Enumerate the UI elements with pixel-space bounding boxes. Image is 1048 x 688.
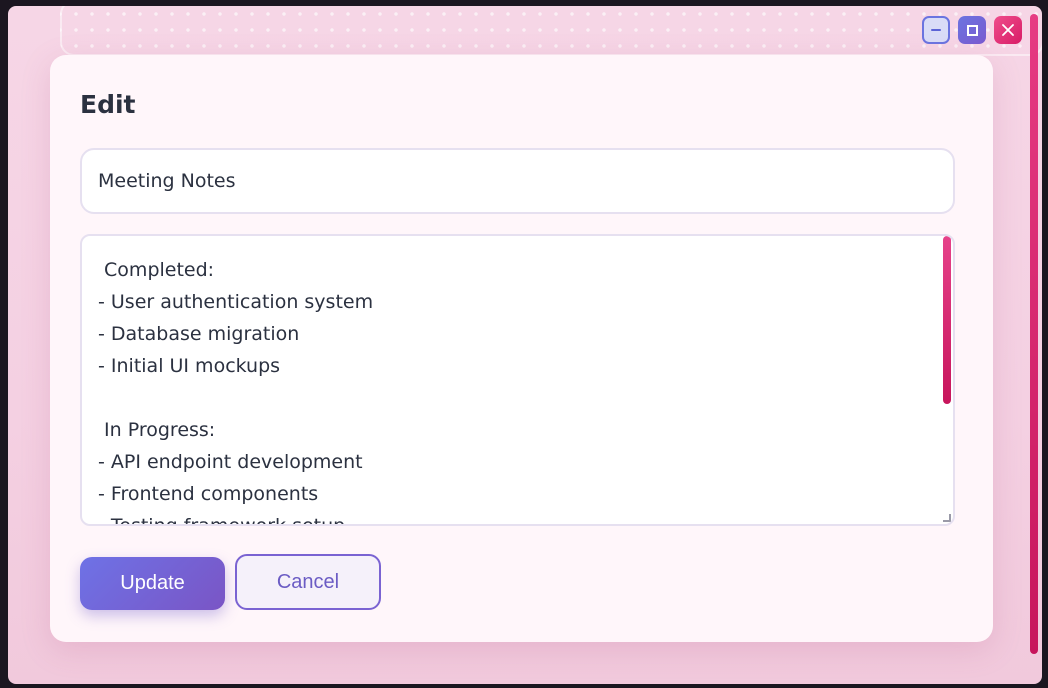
decorative-header-strip [60, 6, 1042, 56]
update-button[interactable]: Update [80, 557, 225, 610]
body-line: - Database migration [98, 323, 300, 345]
body-line: In Progress: [98, 419, 216, 441]
body-line: - API endpoint development [98, 451, 363, 473]
dialog-title: Edit [80, 90, 136, 119]
scrollbar-thumb[interactable] [943, 236, 951, 404]
title-input[interactable] [80, 148, 955, 214]
textarea-scrollbar[interactable] [941, 236, 953, 524]
window-controls [922, 16, 1022, 44]
body-line: - Initial UI mockups [98, 355, 281, 377]
cancel-button[interactable]: Cancel [235, 554, 381, 610]
close-icon [1002, 24, 1014, 36]
edit-dialog: Edit Completed: - User authentication sys… [50, 55, 993, 642]
body-line: - Testing framework setup [98, 515, 346, 526]
body-line: - User authentication system [98, 291, 374, 313]
minimize-button[interactable] [922, 16, 950, 44]
desktop: Edit Completed: - User authentication sys… [0, 0, 1048, 688]
close-button[interactable] [994, 16, 1022, 44]
maximize-icon [966, 24, 978, 36]
minimize-icon [931, 29, 941, 31]
body-line [98, 382, 923, 414]
window-scrollbar[interactable] [1030, 14, 1038, 654]
body-line: - Frontend components [98, 483, 319, 505]
body-textarea[interactable]: Completed: - User authentication system - … [80, 234, 955, 526]
resize-grip-icon[interactable] [943, 514, 951, 522]
maximize-button[interactable] [958, 16, 986, 44]
body-text: Completed: - User authentication system - … [98, 254, 923, 526]
body-line: Completed: [98, 259, 215, 281]
